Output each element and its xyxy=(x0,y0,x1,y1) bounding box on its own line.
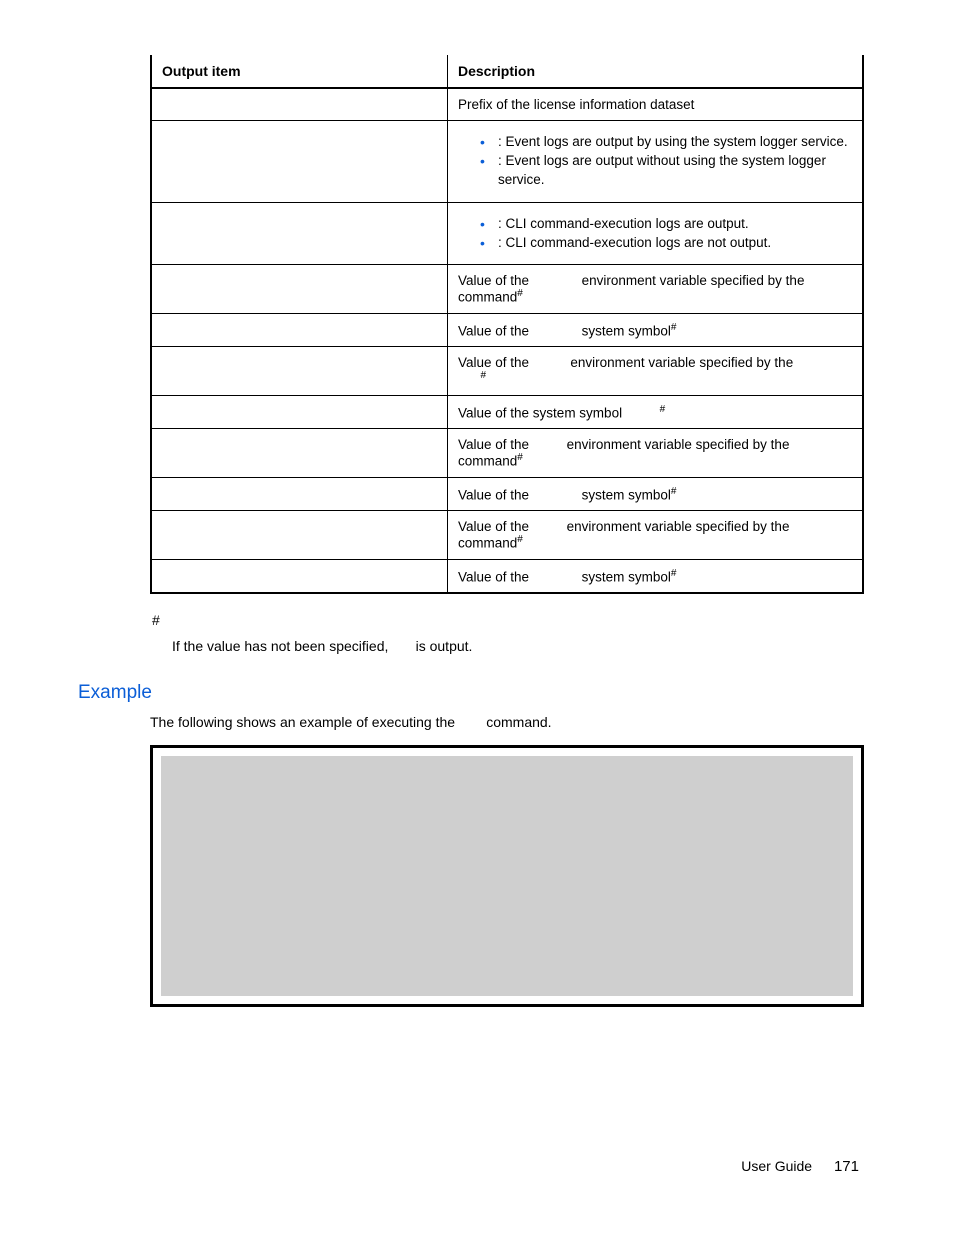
table-cell: Value of the environment variable specif… xyxy=(448,347,864,396)
example-text: command. xyxy=(486,714,551,730)
output-items-table: Output item Description Prefix of the li… xyxy=(150,55,864,594)
table-cell xyxy=(151,511,448,560)
table-cell xyxy=(151,395,448,429)
table-cell: Prefix of the license information datase… xyxy=(448,88,864,121)
table-cell: Value of the system symbol# xyxy=(448,313,864,347)
page-number: 171 xyxy=(834,1158,859,1175)
table-cell: Value of the environment variable specif… xyxy=(448,265,864,314)
footnote-mark: # xyxy=(152,612,864,628)
cell-text: Value of the xyxy=(458,323,533,338)
footer-label: User Guide xyxy=(741,1158,812,1174)
table-cell xyxy=(151,202,448,265)
table-cell xyxy=(151,477,448,511)
table-header-description: Description xyxy=(448,55,864,88)
cell-text: command xyxy=(458,454,517,469)
list-item: : Event logs are output without using th… xyxy=(480,152,852,190)
table-cell xyxy=(151,429,448,478)
cell-text: Value of the xyxy=(458,273,533,288)
footnote-text: If the value has not been specified, xyxy=(172,638,392,654)
table-cell: Value of the system symbol # xyxy=(448,395,864,429)
table-cell xyxy=(151,265,448,314)
table-cell xyxy=(151,121,448,203)
cell-text: system symbol xyxy=(582,323,671,338)
cell-text: Value of the system symbol xyxy=(458,405,626,420)
table-row: Value of the system symbol# xyxy=(151,559,863,593)
bullet-list: : Event logs are output by using the sys… xyxy=(458,133,852,190)
cell-text: environment variable specified by the xyxy=(567,519,790,534)
cell-text: command xyxy=(458,290,517,305)
superscript: # xyxy=(517,534,523,545)
superscript: # xyxy=(517,452,523,463)
table-cell: : Event logs are output by using the sys… xyxy=(448,121,864,203)
footnote-text: is output. xyxy=(416,638,473,654)
table-row: Value of the environment variable specif… xyxy=(151,511,863,560)
list-item: : CLI command-execution logs are output. xyxy=(480,215,852,234)
page-footer: User Guide 171 xyxy=(741,1158,859,1175)
table-row: : Event logs are output by using the sys… xyxy=(151,121,863,203)
code-example-frame xyxy=(150,745,864,1007)
list-item: : CLI command-execution logs are not out… xyxy=(480,234,852,253)
table-cell xyxy=(151,313,448,347)
table-row: Value of the system symbol # xyxy=(151,395,863,429)
section-heading-example: Example xyxy=(78,682,864,704)
list-item: : Event logs are output by using the sys… xyxy=(480,133,852,152)
table-cell: : CLI command-execution logs are output.… xyxy=(448,202,864,265)
cell-text: Value of the xyxy=(458,355,533,370)
superscript: # xyxy=(671,322,677,333)
table-cell: Value of the environment variable specif… xyxy=(448,429,864,478)
cell-text: Value of the xyxy=(458,437,533,452)
table-cell xyxy=(151,88,448,121)
superscript: # xyxy=(660,404,666,415)
table-row: Value of the system symbol# xyxy=(151,313,863,347)
cell-text: environment variable specified by the xyxy=(582,273,805,288)
superscript: # xyxy=(671,486,677,497)
example-description: The following shows an example of execut… xyxy=(150,714,864,730)
table-row: Value of the environment variable specif… xyxy=(151,429,863,478)
table-row: Prefix of the license information datase… xyxy=(151,88,863,121)
table-cell: Value of the system symbol# xyxy=(448,559,864,593)
superscript: # xyxy=(481,370,487,381)
table-header-output-item: Output item xyxy=(151,55,448,88)
cell-text: Value of the xyxy=(458,519,533,534)
example-text: The following shows an example of execut… xyxy=(150,714,459,730)
table-row: Value of the environment variable specif… xyxy=(151,347,863,396)
table-row: Value of the system symbol# xyxy=(151,477,863,511)
cell-text: environment variable specified by the xyxy=(567,437,790,452)
cell-text: environment variable specified by the xyxy=(570,355,793,370)
footnote: # If the value has not been specified, i… xyxy=(150,612,864,654)
superscript: # xyxy=(671,568,677,579)
bullet-list: : CLI command-execution logs are output.… xyxy=(458,215,852,253)
code-example-block xyxy=(161,756,853,996)
table-cell: Value of the environment variable specif… xyxy=(448,511,864,560)
cell-text: Value of the xyxy=(458,569,533,584)
cell-text: system symbol xyxy=(582,487,671,502)
table-cell: Value of the system symbol# xyxy=(448,477,864,511)
table-cell xyxy=(151,347,448,396)
cell-text: Value of the xyxy=(458,487,533,502)
cell-text: command xyxy=(458,536,517,551)
superscript: # xyxy=(517,288,523,299)
table-row: : CLI command-execution logs are output.… xyxy=(151,202,863,265)
table-row: Value of the environment variable specif… xyxy=(151,265,863,314)
cell-text: system symbol xyxy=(582,569,671,584)
table-cell xyxy=(151,559,448,593)
